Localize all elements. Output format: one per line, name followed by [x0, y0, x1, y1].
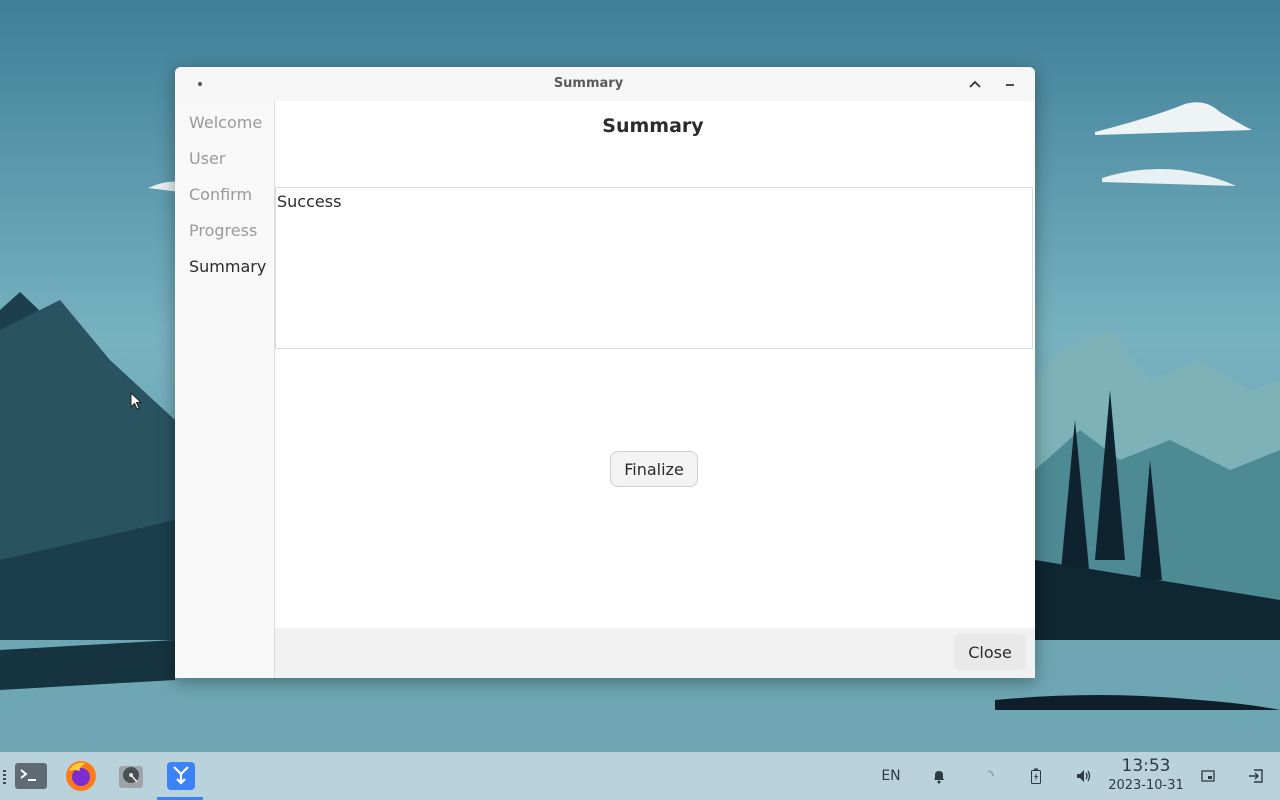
keyboard-layout-indicator[interactable]: EN [878, 752, 904, 800]
close-button[interactable]: Close [954, 634, 1026, 670]
taskbar: EN 13:53 2023-10-31 [0, 752, 1280, 800]
taskbar-handle-icon[interactable] [3, 770, 6, 784]
sidebar-item-user: User [189, 149, 226, 168]
bell-icon [934, 771, 944, 784]
taskbar-installer[interactable] [157, 759, 203, 800]
battery-charging-icon [1031, 768, 1041, 784]
sidebar-item-summary: Summary [189, 257, 267, 276]
clock-time: 13:53 [1121, 756, 1171, 776]
battery-status[interactable] [1026, 752, 1046, 800]
taskbar-disk-utility[interactable] [114, 759, 148, 793]
taskbar-firefox[interactable] [64, 759, 98, 793]
notifications-button[interactable] [928, 752, 950, 800]
network-status[interactable] [978, 752, 998, 800]
chevron-up-icon [969, 80, 981, 88]
window-titlebar[interactable]: Summary [175, 67, 1035, 102]
maximize-button[interactable] [964, 74, 986, 96]
speaker-icon [1077, 770, 1091, 782]
sidebar-item-progress: Progress [189, 221, 258, 240]
firefox-icon [66, 761, 96, 791]
installer-icon [167, 762, 195, 790]
finalize-button[interactable]: Finalize [610, 451, 698, 487]
clock[interactable]: 13:53 2023-10-31 [1106, 756, 1186, 793]
installer-window: Summary Welcome User Confirm Progress Su… [175, 67, 1035, 678]
minimize-icon [1006, 84, 1014, 86]
mouse-cursor-icon [130, 392, 143, 410]
window-icon [1201, 770, 1215, 782]
minimize-button[interactable] [999, 74, 1021, 96]
main-content: Summary Success Finalize Close [275, 101, 1035, 678]
window-title: Summary [553, 76, 624, 91]
clock-date: 2023-10-31 [1108, 778, 1184, 793]
steps-sidebar: Welcome User Confirm Progress Summary [175, 101, 275, 678]
volume-button[interactable] [1073, 752, 1095, 800]
disk-utility-icon [119, 766, 143, 788]
terminal-icon [15, 763, 47, 789]
logout-button[interactable] [1246, 752, 1266, 800]
sidebar-item-welcome: Welcome [189, 113, 263, 132]
logout-icon [1249, 769, 1263, 783]
dialog-footer: Close [275, 628, 1035, 678]
show-desktop-button[interactable] [1198, 752, 1218, 800]
log-text: Success [277, 192, 342, 211]
log-output-textarea[interactable]: Success [275, 187, 1033, 349]
sidebar-item-confirm: Confirm [189, 185, 253, 204]
loading-spinner-icon [987, 770, 994, 777]
page-title: Summary [602, 115, 704, 137]
taskbar-terminal[interactable] [14, 759, 48, 793]
